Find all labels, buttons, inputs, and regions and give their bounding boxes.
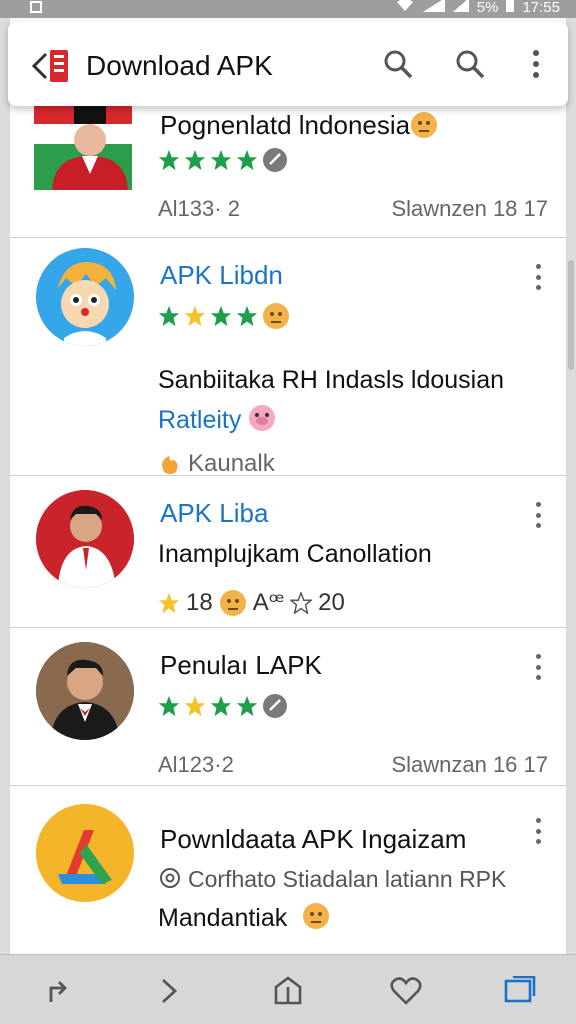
- app-developer: Mandantiak: [158, 904, 288, 932]
- notification-icon: [28, 0, 44, 14]
- list-item[interactable]: Pownldaata APK Ingaizam Corfhato Stiadal…: [10, 786, 566, 954]
- translate-label: A⁠ꟹ: [252, 589, 285, 616]
- app-list: Pognenlatd lndonesia Al133· 2 Slawnzen 1…: [10, 18, 566, 954]
- app-name: Penulaı LAPK: [160, 650, 322, 680]
- verified-icon: [263, 694, 287, 718]
- star-icon: [158, 695, 180, 717]
- share-button[interactable]: [38, 971, 78, 1011]
- star-icon: [184, 305, 206, 327]
- app-image: [34, 104, 132, 190]
- star-icon: [236, 305, 258, 327]
- app-meta: Al133· 2: [158, 196, 240, 221]
- overflow-menu-button[interactable]: [516, 44, 556, 84]
- more-options-button[interactable]: [528, 260, 548, 294]
- app-date: Slawnzan 16 17: [391, 752, 548, 777]
- more-options-button[interactable]: [528, 814, 548, 848]
- star-outline-icon: [290, 591, 313, 614]
- home-button[interactable]: [268, 971, 308, 1011]
- scrollbar[interactable]: [568, 260, 574, 370]
- tabs-button[interactable]: [500, 971, 540, 1011]
- face-emoji-icon: [219, 589, 246, 616]
- favorites-button[interactable]: [386, 971, 426, 1011]
- share-arrow-icon: [49, 981, 67, 1002]
- rating-row: 18 A⁠ꟹ 20: [158, 588, 345, 617]
- more-options-button[interactable]: [528, 498, 548, 532]
- search-button[interactable]: [378, 44, 418, 84]
- list-item[interactable]: Pognenlatd lndonesia Al133· 2 Slawnzen 1…: [10, 98, 566, 238]
- rating-stars: [158, 302, 290, 330]
- star-icon: [210, 149, 232, 171]
- app-description: Corfhato Stiadalan latiann RPK: [188, 866, 507, 892]
- app-description: Inamplujkam Canollation: [158, 540, 432, 568]
- face-emoji-icon: [302, 902, 330, 935]
- star-icon: [184, 149, 206, 171]
- star-icon: [210, 695, 232, 717]
- tabs-icon: [504, 976, 536, 1003]
- forward-button[interactable]: [148, 971, 188, 1011]
- status-bar: 5% 17:55: [0, 0, 576, 18]
- more-options-button[interactable]: [528, 650, 548, 684]
- rating-stars: [158, 692, 288, 720]
- app-avatar: [36, 804, 134, 902]
- search-icon: [384, 50, 413, 79]
- rating-value: 18: [186, 588, 213, 616]
- signal-icon: [422, 0, 445, 16]
- app-avatar: [36, 642, 134, 740]
- star-icon: [236, 149, 258, 171]
- clock: 17:55: [522, 0, 560, 16]
- star-icon: [236, 695, 258, 717]
- star-icon: [158, 149, 180, 171]
- app-date: Slawnzen 18 17: [391, 196, 548, 221]
- rating-stars: [158, 146, 288, 174]
- list-item[interactable]: APK Libdn Sanbiitaka RH Indasls ldousian…: [10, 238, 566, 477]
- app-header: Download APK: [8, 22, 568, 106]
- bottom-navigation: [0, 954, 576, 1024]
- home-icon: [274, 976, 302, 1005]
- verified-icon: [263, 148, 287, 172]
- app-description: Sanbiitaka RH Indasls ldousian: [158, 366, 505, 394]
- star-icon: [210, 305, 232, 327]
- face-emoji-icon: [410, 111, 438, 139]
- star-count: 20: [318, 588, 345, 616]
- pig-emoji-icon: [248, 404, 276, 437]
- developer-name: Kaunalk: [188, 450, 275, 477]
- app-name: Pownldaata APK Ingaizam: [160, 824, 467, 854]
- app-name: Pognenlatd lndonesia: [160, 110, 411, 140]
- more-vert-icon: [533, 50, 539, 78]
- star-icon: [158, 305, 180, 327]
- search-icon: [456, 50, 485, 79]
- page-title: Download APK: [86, 50, 273, 81]
- battery-level: 5%: [476, 0, 499, 16]
- face-emoji-icon: [263, 303, 289, 329]
- list-item[interactable]: Penulaı LAPK Al123·2 Slawnzan 16 17: [10, 628, 566, 786]
- star-icon: [158, 592, 180, 613]
- wifi-icon: [395, 0, 415, 16]
- app-name: APK Libdn: [160, 260, 283, 290]
- heart-icon: [390, 977, 422, 1005]
- signal-icon-2: [452, 0, 469, 16]
- app-avatar: [36, 248, 134, 346]
- star-icon: [184, 695, 206, 717]
- app-name: APK Liba: [160, 498, 269, 528]
- battery-icon: [506, 0, 515, 16]
- at-icon: [158, 866, 182, 895]
- app-avatar: [36, 490, 134, 588]
- back-button[interactable]: [30, 46, 78, 86]
- search-button-2[interactable]: [450, 44, 490, 84]
- chevron-right-icon: [162, 978, 178, 1004]
- list-item[interactable]: APK Liba Inamplujkam Canollation 18 A⁠ꟹ …: [10, 476, 566, 628]
- app-category: Ratleity: [158, 406, 242, 434]
- app-meta: Al123·2: [158, 752, 234, 777]
